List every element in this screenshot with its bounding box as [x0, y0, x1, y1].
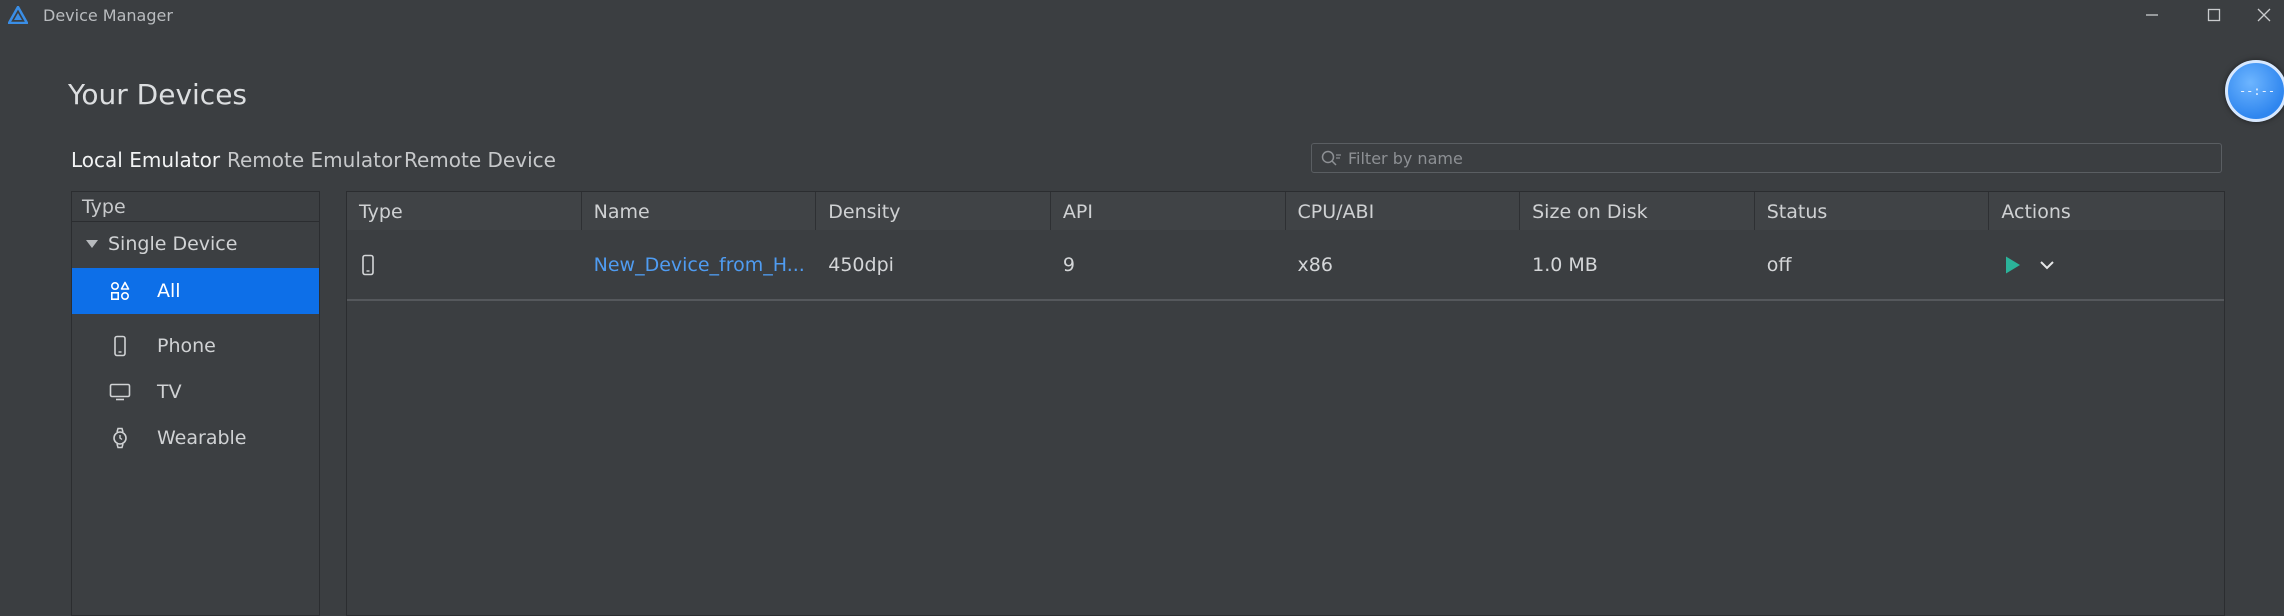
column-header-name[interactable]: Name — [582, 192, 817, 230]
type-panel-header: Type — [72, 192, 319, 222]
phone-icon — [362, 254, 374, 275]
group-label: Single Device — [108, 233, 238, 255]
column-header-density[interactable]: Density — [816, 192, 1051, 230]
single-device-group[interactable]: Single Device — [72, 229, 319, 259]
device-status: off — [1766, 253, 1792, 276]
table-header: Type Name Density API CPU/ABI Size on Di… — [347, 192, 2224, 230]
device-actions — [1989, 253, 2224, 277]
minimize-icon — [2146, 14, 2158, 16]
column-header-size-on-disk[interactable]: Size on Disk — [1520, 192, 1755, 230]
column-header-cpu-abi[interactable]: CPU/ABI — [1286, 192, 1521, 230]
search-icon — [1318, 145, 1344, 171]
device-cpu-abi: x86 — [1297, 253, 1333, 276]
maximize-button[interactable] — [2194, 0, 2234, 30]
device-type-cell — [347, 254, 582, 276]
column-header-api[interactable]: API — [1051, 192, 1286, 230]
tab-remote-device[interactable]: Remote Device — [404, 148, 556, 172]
sidebar-item-tv[interactable]: TV — [72, 369, 319, 415]
device-type-panel: Type Single Device All Phone TV Wearable — [71, 191, 320, 616]
title-bar: Device Manager — [0, 0, 2284, 32]
more-actions-button[interactable] — [2035, 253, 2059, 277]
page-title: Your Devices — [68, 78, 248, 111]
window-title: Device Manager — [43, 6, 173, 25]
device-api: 9 — [1062, 253, 1075, 276]
app-logo-icon — [8, 6, 28, 24]
sidebar-item-all[interactable]: All — [72, 268, 319, 314]
sidebar-item-label: All — [157, 280, 181, 302]
table-row[interactable]: New_Device_from_H... 450dpi 9 x86 1.0 MB… — [347, 230, 2224, 301]
chevron-down-icon — [2040, 260, 2055, 269]
sidebar-item-label: Phone — [157, 335, 216, 357]
column-header-type[interactable]: Type — [347, 192, 582, 230]
device-manager-window: Device Manager Your Devices Local Emulat… — [0, 0, 2284, 616]
device-density: 450dpi — [828, 253, 894, 276]
tab-remote-emulator[interactable]: Remote Emulator — [227, 148, 401, 172]
sidebar-item-label: Wearable — [157, 427, 247, 449]
sidebar-item-wearable[interactable]: Wearable — [72, 415, 319, 461]
tab-local-emulator[interactable]: Local Emulator — [71, 148, 220, 172]
maximize-icon — [2207, 8, 2221, 22]
sidebar-item-label: TV — [157, 381, 182, 403]
device-table: Type Name Density API CPU/ABI Size on Di… — [346, 191, 2225, 616]
minimize-button[interactable] — [2132, 0, 2172, 30]
watch-icon — [108, 426, 132, 450]
search-box[interactable] — [1311, 143, 2222, 173]
floating-ball-text: --:-- — [2238, 84, 2276, 98]
device-size-on-disk: 1.0 MB — [1532, 253, 1598, 276]
sidebar-item-phone[interactable]: Phone — [72, 323, 319, 369]
column-header-actions[interactable]: Actions — [1989, 192, 2224, 230]
close-button[interactable] — [2244, 0, 2284, 30]
phone-icon — [108, 334, 132, 358]
close-icon — [2257, 8, 2271, 22]
play-icon — [2006, 256, 2021, 273]
column-header-status[interactable]: Status — [1755, 192, 1990, 230]
floating-assistant-ball[interactable]: --:-- — [2225, 60, 2284, 122]
tv-icon — [108, 380, 132, 404]
grid-shapes-icon — [108, 279, 132, 303]
device-name-link[interactable]: New_Device_from_H... — [582, 254, 817, 276]
run-device-button[interactable] — [2001, 253, 2025, 277]
search-input[interactable] — [1344, 144, 2221, 172]
collapse-arrow-icon[interactable] — [86, 240, 98, 248]
